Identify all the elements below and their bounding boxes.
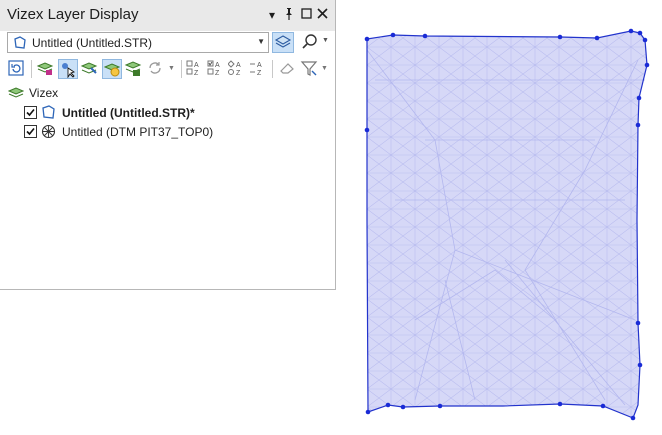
clear-layers-button[interactable] [278, 59, 298, 79]
sort-type-icon: AZ [227, 60, 241, 77]
lock-layer-icon [36, 62, 54, 75]
eraser-icon [280, 63, 294, 74]
layer-lock-button[interactable] [36, 59, 56, 79]
svg-text:A: A [215, 62, 220, 69]
svg-text:Z: Z [215, 70, 220, 77]
string-layer-icon [41, 105, 56, 123]
highlight-layer-icon [103, 63, 121, 77]
tree-layer-row[interactable]: Untitled (DTM PIT37_TOP0) [24, 123, 324, 141]
filter-button[interactable] [300, 59, 320, 79]
panel-menu-dropdown-icon[interactable]: ▾ [266, 8, 278, 22]
layer-toolbar: ▼ AZ AZ AZ AZ ▼ [0, 56, 335, 82]
layer-label: Untitled (Untitled.STR)* [62, 106, 195, 120]
chevron-down-icon[interactable]: ▼ [257, 37, 265, 46]
highlight-layer-button[interactable] [102, 59, 122, 79]
chevron-down-icon[interactable]: ▼ [321, 65, 328, 72]
sort-ascending-button[interactable]: AZ [186, 59, 206, 79]
layer-properties-icon [124, 61, 142, 76]
svg-text:A: A [194, 62, 199, 69]
sort-az-icon: AZ [186, 60, 199, 77]
display-refresh-icon [8, 60, 24, 76]
svg-text:Z: Z [236, 70, 241, 77]
svg-text:A: A [236, 62, 241, 69]
sort-type-button[interactable]: AZ [227, 59, 248, 79]
string-layer-icon [13, 36, 27, 53]
sync-icon [149, 62, 161, 74]
tree-layer-row[interactable]: Untitled (Untitled.STR)* [24, 104, 324, 122]
tree-root-label: Vizex [29, 86, 59, 100]
layer-select-value: Untitled (Untitled.STR) [32, 36, 153, 50]
refresh-layers-button[interactable] [7, 59, 27, 79]
pin-icon[interactable] [283, 8, 295, 22]
vizex-3d-viewport[interactable] [355, 20, 655, 430]
dtm-layer-icon [41, 124, 56, 142]
chevron-down-icon[interactable]: ▼ [322, 37, 329, 44]
sort-checked-icon: AZ [207, 60, 220, 77]
layer-visibility-checkbox[interactable] [24, 125, 37, 138]
layer-select-combo[interactable]: Untitled (Untitled.STR) ▼ [7, 32, 269, 53]
toolbar-separator [181, 60, 182, 78]
svg-text:Z: Z [194, 70, 199, 77]
search-icon [302, 34, 317, 49]
close-icon[interactable] [316, 8, 328, 22]
layer-label: Untitled (DTM PIT37_TOP0) [62, 125, 214, 139]
dtm-surface-mesh [366, 31, 647, 418]
panel-title-bar: Vizex Layer Display ▾ [0, 0, 335, 31]
vizex-layer-display-panel: Vizex Layer Display ▾ Untitled (Untitled… [0, 0, 336, 290]
sort-checked-button[interactable]: AZ [207, 59, 227, 79]
layer-properties-button[interactable] [124, 59, 144, 79]
select-layer-button[interactable] [58, 59, 78, 79]
tree-root-vizex[interactable]: Vizex [7, 84, 208, 103]
select-pointer-icon [62, 63, 76, 79]
layers-icon [274, 35, 292, 48]
layer-visibility-checkbox[interactable] [24, 106, 37, 119]
maximize-icon[interactable] [300, 8, 312, 22]
toolbar-separator [272, 60, 273, 78]
filter-icon [300, 61, 318, 76]
vizex-layers-icon [7, 85, 25, 103]
panel-title: Vizex Layer Display [7, 6, 139, 23]
chevron-down-icon[interactable]: ▼ [168, 65, 175, 72]
svg-text:A: A [257, 62, 262, 69]
layers-button[interactable] [272, 32, 294, 53]
sort-za-icon: AZ [250, 62, 262, 77]
toolbar-separator [31, 60, 32, 78]
sync-button[interactable] [146, 59, 166, 79]
search-button[interactable]: ▼ [300, 32, 332, 53]
edit-layer-button[interactable] [80, 59, 100, 79]
svg-text:Z: Z [257, 70, 262, 77]
sort-descending-button[interactable]: AZ [249, 59, 269, 79]
edit-layer-icon [80, 62, 98, 74]
